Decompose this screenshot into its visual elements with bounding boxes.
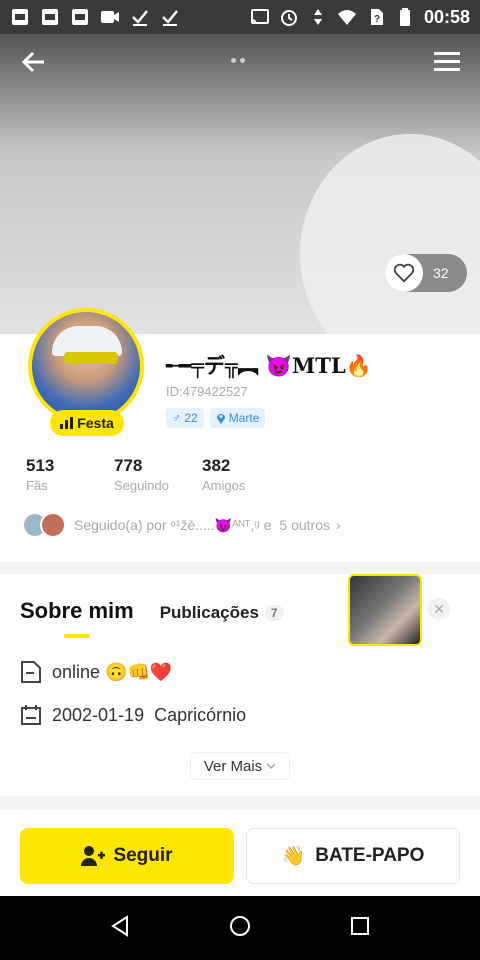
profile-tabs: Sobre mim Publicações 7 bbox=[20, 598, 284, 638]
location-tag: Marte bbox=[209, 408, 266, 428]
calendar-icon bbox=[21, 705, 41, 725]
section-divider bbox=[0, 562, 480, 574]
close-icon[interactable]: ✕ bbox=[428, 598, 450, 620]
cover-page-indicator bbox=[231, 58, 245, 63]
status-time: 00:58 bbox=[423, 6, 470, 27]
bio-row: online 🙃👊❤️ bbox=[20, 660, 172, 684]
nav-recents-icon[interactable] bbox=[349, 915, 371, 942]
data-arrows-icon bbox=[308, 7, 328, 27]
profile-name: ╾━╤デ╦︻ 😈MTL🔥 bbox=[166, 353, 372, 378]
waving-hand-icon: 👋 bbox=[281, 846, 306, 867]
profile-tags: ♂ 22 Marte bbox=[166, 408, 266, 428]
gender-age-tag: ♂ 22 bbox=[166, 408, 204, 428]
menu-button[interactable] bbox=[434, 50, 460, 72]
location-pin-icon bbox=[216, 414, 225, 424]
no-sim-icon: ? bbox=[366, 7, 386, 27]
check-notification-icon bbox=[160, 7, 180, 27]
chevron-down-icon bbox=[266, 763, 276, 770]
tab-about[interactable]: Sobre mim bbox=[20, 598, 134, 638]
heart-icon bbox=[385, 254, 423, 292]
like-count: 32 bbox=[433, 265, 449, 281]
chevron-right-icon: › bbox=[335, 517, 341, 533]
video-notification-icon bbox=[100, 7, 120, 27]
stat-friends[interactable]: 382 Amigos bbox=[202, 456, 290, 493]
followed-by-text: Seguido(a) por ᵒ¹žē.....😈ᴬᴺᵀ,ᵍ e bbox=[74, 516, 272, 533]
followed-by-row[interactable]: Seguido(a) por ᵒ¹žē.....😈ᴬᴺᵀ,ᵍ e 5 outro… bbox=[22, 510, 462, 540]
promo-thumbnail[interactable] bbox=[348, 574, 422, 646]
stat-following[interactable]: 778 Seguindo bbox=[114, 456, 202, 493]
cast-icon bbox=[250, 7, 270, 27]
section-divider bbox=[0, 796, 480, 810]
photo-notification-icon bbox=[40, 7, 60, 27]
birthday-date: 2002-01-19 bbox=[52, 704, 145, 725]
stat-fans[interactable]: 513 Fãs bbox=[26, 456, 114, 493]
stat-value: 382 bbox=[202, 456, 231, 475]
like-button[interactable]: 32 bbox=[385, 254, 467, 292]
status-bar: ? 00:58 bbox=[0, 0, 480, 34]
posts-count-badge: 7 bbox=[264, 605, 284, 621]
photo-notification-icon bbox=[10, 7, 30, 27]
cover-decoration bbox=[300, 134, 480, 334]
stat-label: Fãs bbox=[26, 478, 48, 493]
nav-home-icon[interactable] bbox=[228, 914, 252, 943]
avatar[interactable] bbox=[28, 308, 144, 424]
profile-stats: 513 Fãs 778 Seguindo 382 Amigos bbox=[26, 456, 290, 493]
hamburger-menu-icon bbox=[434, 52, 460, 71]
stat-label: Amigos bbox=[202, 478, 246, 493]
chat-button[interactable]: 👋 BATE-PAPO bbox=[246, 828, 460, 884]
festa-badge[interactable]: Festa bbox=[50, 410, 124, 436]
follow-label: Seguir bbox=[113, 845, 173, 866]
stat-value: 778 bbox=[114, 456, 143, 475]
follow-button[interactable]: Seguir bbox=[20, 828, 234, 884]
location-label: Marte bbox=[228, 411, 260, 425]
arrow-left-icon bbox=[21, 51, 44, 73]
follower-avatar bbox=[40, 512, 66, 538]
profile-id[interactable]: ID:479422527 bbox=[166, 384, 248, 399]
action-bar: Seguir 👋 BATE-PAPO bbox=[0, 812, 480, 896]
wifi-icon bbox=[337, 7, 357, 27]
photo-notification-icon bbox=[70, 7, 90, 27]
tab-posts[interactable]: Publicações 7 bbox=[160, 603, 284, 623]
bio-text: online 🙃👊❤️ bbox=[52, 661, 173, 682]
stat-label: Seguindo bbox=[114, 478, 169, 493]
add-user-icon bbox=[81, 846, 106, 866]
svg-text:?: ? bbox=[374, 14, 380, 25]
bars-icon bbox=[60, 417, 74, 429]
alarm-icon bbox=[279, 7, 299, 27]
chat-label: BATE-PAPO bbox=[315, 845, 425, 866]
back-button[interactable] bbox=[20, 48, 48, 76]
festa-label: Festa bbox=[77, 415, 114, 431]
document-icon bbox=[21, 661, 41, 683]
see-more-label: Ver Mais bbox=[203, 757, 263, 775]
battery-icon bbox=[395, 7, 415, 27]
check-notification-icon bbox=[130, 7, 150, 27]
nav-back-icon[interactable] bbox=[109, 914, 131, 943]
birthday-row: 2002-01-19 Capricórnio bbox=[20, 704, 246, 726]
tab-posts-label: Publicações bbox=[159, 603, 259, 622]
followed-more: 5 outros bbox=[279, 517, 330, 533]
system-nav-bar bbox=[0, 896, 480, 960]
stat-value: 513 bbox=[26, 456, 55, 475]
zodiac-sign: Capricórnio bbox=[154, 704, 247, 725]
see-more-button[interactable]: Ver Mais bbox=[190, 752, 290, 780]
